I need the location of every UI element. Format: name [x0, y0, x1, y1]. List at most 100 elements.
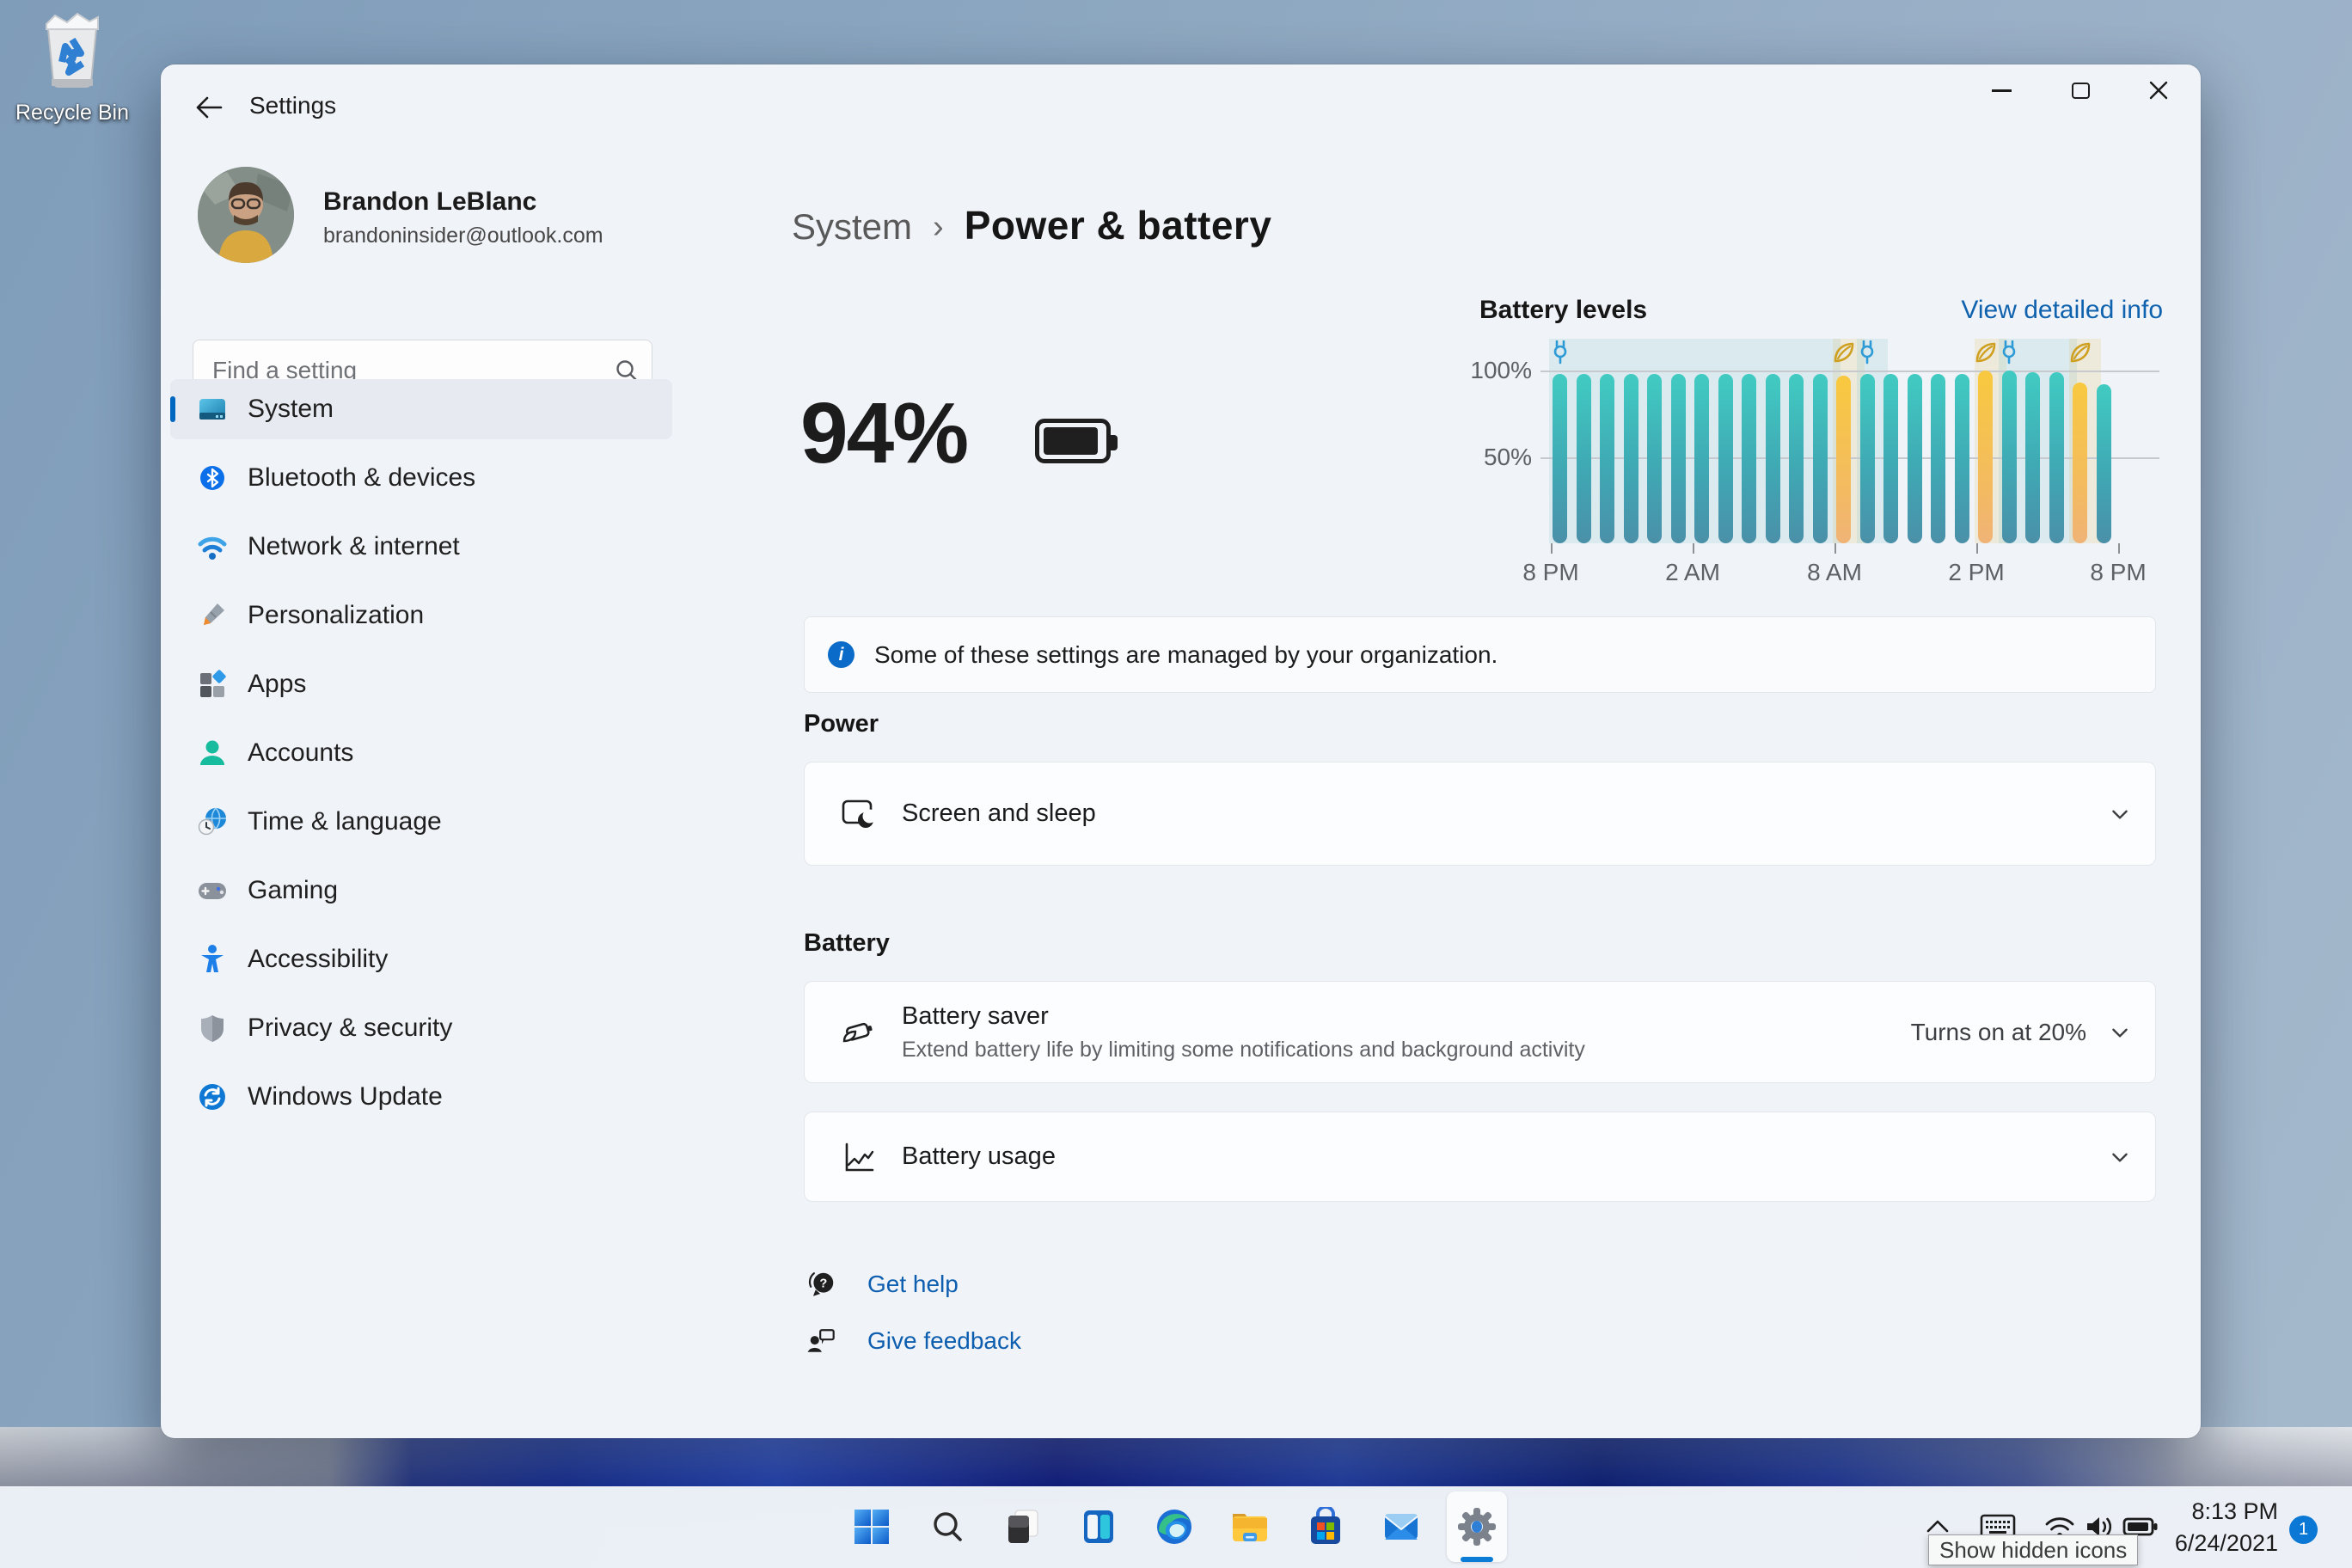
- recycle-bin-glyph: [46, 12, 99, 88]
- task-view-button[interactable]: [995, 1499, 1050, 1554]
- breadcrumb-chevron-icon: ›: [933, 209, 944, 245]
- give-feedback-link[interactable]: Give feedback: [867, 1327, 1021, 1355]
- plug-icon: [1998, 340, 2020, 364]
- screen-sleep-icon: [842, 799, 877, 828]
- sidebar-item-network-internet[interactable]: Network & internet: [170, 517, 672, 577]
- battery-level-bar: [1907, 374, 1922, 543]
- brush-icon: [204, 603, 224, 625]
- settings-gear-icon: [1458, 1508, 1496, 1546]
- view-detailed-info-link[interactable]: View detailed info: [1961, 296, 2163, 325]
- start-button[interactable]: [844, 1499, 899, 1554]
- battery-level-bar: [1670, 374, 1686, 543]
- tray-date: 6/24/2021: [2174, 1530, 2278, 1556]
- mail-icon: [1384, 1513, 1418, 1540]
- sidebar-item-gaming[interactable]: Gaming: [170, 861, 672, 921]
- battery-level-bar: [2049, 372, 2064, 543]
- tray-time: 8:13 PM: [2191, 1498, 2278, 1524]
- sidebar-item-privacy-security[interactable]: Privacy & security: [170, 998, 672, 1058]
- chevron-down-icon[interactable]: [2109, 1021, 2131, 1044]
- battery-level-bar: [1789, 374, 1804, 543]
- sidebar-item-windows-update[interactable]: Windows Update: [170, 1067, 672, 1127]
- chevron-up-icon: [1926, 1520, 1949, 1533]
- battery-level-bar: [1718, 374, 1733, 543]
- taskbar-search-button[interactable]: [920, 1499, 975, 1554]
- show-hidden-icons-tooltip: Show hidden icons: [1928, 1534, 2139, 1565]
- clock[interactable]: 8:13 PM 6/24/2021: [2149, 1496, 2278, 1559]
- battery-level-bar: [1647, 374, 1662, 543]
- power-section-heading: Power: [804, 710, 879, 738]
- give-feedback-row: Give feedback: [804, 1323, 1021, 1359]
- accounts-icon: [200, 740, 224, 765]
- battery-usage-card[interactable]: Battery usage: [804, 1112, 2156, 1202]
- store-icon: [1311, 1507, 1340, 1544]
- battery-level-bar: [1694, 374, 1709, 543]
- get-help-link[interactable]: Get help: [867, 1271, 959, 1298]
- battery-level-bar: [1742, 374, 1756, 543]
- managed-banner: i Some of these settings are managed by …: [804, 616, 2156, 693]
- battery-level-bar: [2073, 383, 2087, 543]
- sidebar-item-accessibility[interactable]: Accessibility: [170, 929, 672, 989]
- sidebar-item-time-language[interactable]: Time & language: [170, 792, 672, 852]
- battery-levels-plot: 100% 50% 8 PM 2 AM 8 AM 2 PM 8 PM: [1470, 339, 2159, 585]
- battery-saver-card[interactable]: Battery saver Extend battery life by lim…: [804, 981, 2156, 1083]
- chart-title: Battery levels: [1479, 296, 1648, 324]
- x-axis-tick-label: 2 PM: [1948, 559, 2005, 585]
- settings-button[interactable]: [1449, 1499, 1504, 1554]
- card-title: Screen and sleep: [902, 799, 1096, 827]
- minimize-button[interactable]: [1973, 70, 2030, 111]
- battery-level-bar: [1883, 374, 1898, 543]
- battery-level-bar: [2025, 372, 2040, 543]
- sidebar-item-label: Bluetooth & devices: [248, 463, 476, 492]
- battery-saver-setting-value: Turns on at 20%: [1910, 1018, 2086, 1045]
- sidebar-nav: System Bluetooth & devices Network & int…: [170, 379, 672, 1136]
- leaf-icon: [1833, 340, 1855, 364]
- close-button[interactable]: [2130, 70, 2187, 111]
- managed-banner-text: Some of these settings are managed by yo…: [874, 640, 1498, 668]
- battery-level-bar: [1576, 374, 1591, 543]
- battery-section-heading: Battery: [804, 929, 890, 957]
- x-axis-tick-label: 8 AM: [1807, 559, 1862, 585]
- chart-gridline: [1540, 371, 2159, 372]
- battery-level-bar: [1765, 374, 1780, 543]
- notification-badge[interactable]: 1: [2289, 1516, 2318, 1544]
- battery-level-bar: [1954, 374, 1969, 543]
- battery-icon: [1035, 419, 1118, 463]
- gamepad-icon: [199, 883, 226, 899]
- edge-button[interactable]: [1147, 1499, 1202, 1554]
- leaf-icon: [1975, 340, 1997, 364]
- mail-button[interactable]: [1374, 1499, 1429, 1554]
- back-button[interactable]: [188, 90, 230, 125]
- maximize-button[interactable]: [2052, 70, 2109, 111]
- recycle-bin-icon[interactable]: Recycle Bin: [12, 7, 132, 126]
- sidebar-item-system[interactable]: System: [170, 379, 672, 439]
- recycle-bin-label: Recycle Bin: [15, 101, 129, 125]
- sidebar-item-apps[interactable]: Apps: [170, 654, 672, 714]
- widgets-button[interactable]: [1071, 1499, 1126, 1554]
- breadcrumb-system[interactable]: System: [792, 206, 912, 248]
- sidebar-item-accounts[interactable]: Accounts: [170, 723, 672, 783]
- battery-percent: 94%: [800, 385, 969, 481]
- sidebar-item-personalization[interactable]: Personalization: [170, 585, 672, 646]
- battery-level-bar: [2001, 371, 2017, 543]
- x-axis-tick-label: 2 AM: [1665, 559, 1720, 585]
- settings-window: Settings Brandon LeBlanc brandoninsider@…: [161, 64, 2201, 1438]
- file-explorer-icon: [1233, 1514, 1267, 1541]
- store-button[interactable]: [1298, 1499, 1353, 1554]
- sidebar-item-bluetooth-devices[interactable]: Bluetooth & devices: [170, 448, 672, 508]
- sidebar-item-label: Time & language: [248, 807, 442, 836]
- get-help-icon: ?: [808, 1272, 834, 1296]
- sidebar-item-label: Apps: [248, 670, 307, 698]
- apps-icon: [200, 670, 226, 697]
- edge-icon: [1157, 1510, 1191, 1544]
- battery-level-bar: [1623, 374, 1638, 543]
- chevron-down-icon[interactable]: [2109, 803, 2131, 825]
- chevron-down-icon[interactable]: [2109, 1146, 2131, 1168]
- card-title: Battery usage: [902, 1142, 1056, 1170]
- sidebar-item-label: Personalization: [248, 601, 425, 629]
- file-explorer-button[interactable]: [1222, 1499, 1277, 1554]
- battery-level-bar: [1859, 374, 1875, 543]
- screen-and-sleep-card[interactable]: Screen and sleep: [804, 762, 2156, 866]
- battery-level-bar: [1836, 376, 1851, 543]
- start-icon: [854, 1510, 889, 1544]
- sidebar-item-label: Accounts: [248, 738, 354, 767]
